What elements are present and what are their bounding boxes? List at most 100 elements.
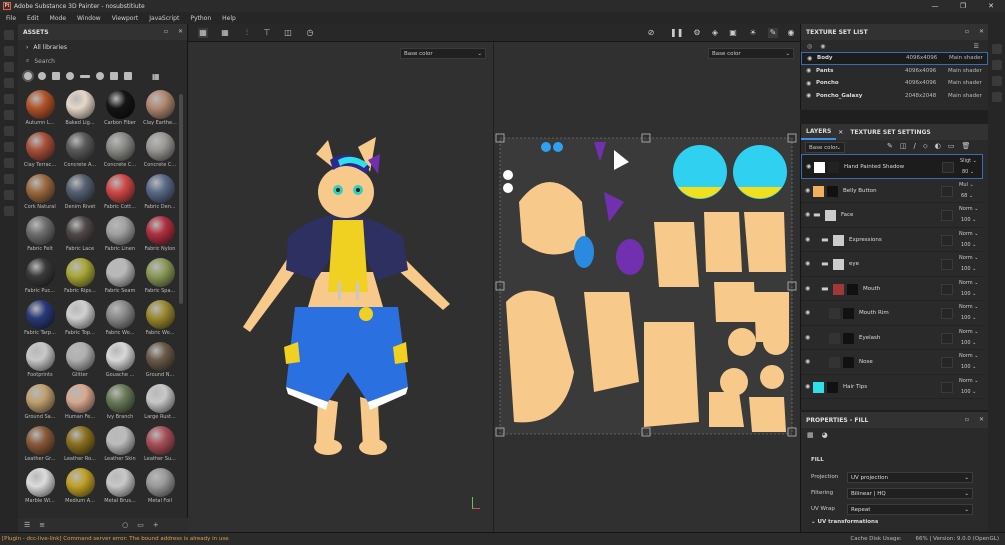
material-thumbnail[interactable]: Concrete C... bbox=[100, 132, 140, 169]
material-thumbnail[interactable]: Metal Brus... bbox=[100, 468, 140, 505]
material-thumbnail[interactable]: Leather Su... bbox=[140, 426, 180, 463]
export-tool-icon[interactable] bbox=[4, 206, 14, 216]
tab-layers-close-icon[interactable]: ✕ bbox=[836, 129, 845, 136]
particles-filter-icon[interactable] bbox=[96, 72, 104, 80]
light-icon[interactable]: ☀ bbox=[748, 28, 758, 38]
projection-select[interactable]: UV projection ⌄ bbox=[847, 472, 973, 483]
camera-icon[interactable]: ▣ bbox=[728, 28, 738, 38]
eye-icon[interactable]: ◉ bbox=[805, 334, 810, 341]
visibility-toggle-icon[interactable]: ◎ bbox=[807, 43, 812, 50]
opacity-field[interactable]: 100 ⌄ bbox=[961, 364, 976, 370]
material-thumbnail[interactable]: Fabric Puc... bbox=[20, 258, 60, 295]
opacity-field[interactable]: 100 ⌄ bbox=[961, 217, 976, 223]
tab-layers[interactable]: LAYERS bbox=[801, 124, 837, 140]
single-view-icon[interactable]: ▦ bbox=[198, 28, 208, 38]
opacity-field[interactable]: 100 ⌄ bbox=[961, 389, 976, 395]
frame-icon[interactable]: ◫ bbox=[283, 28, 293, 38]
close-panel-icon[interactable]: ✕ bbox=[979, 412, 984, 428]
eye-icon[interactable]: ◉ bbox=[805, 260, 810, 267]
add-paint-layer-icon[interactable]: / bbox=[914, 142, 916, 151]
blend-mode-select[interactable]: Norm ⌄ bbox=[959, 206, 978, 212]
refresh-icon[interactable]: ○ bbox=[122, 521, 128, 529]
material-thumbnail[interactable]: Autumn L... bbox=[20, 90, 60, 127]
texture-set-resolution[interactable]: 4096x4096 bbox=[905, 80, 936, 86]
texture-set-list-toggle-icon[interactable] bbox=[992, 44, 1002, 54]
layer-mask-thumbnail[interactable] bbox=[827, 185, 838, 197]
viewport-2d[interactable]: Base color ⌄ bbox=[494, 42, 800, 532]
eye-icon[interactable]: ◉ bbox=[807, 55, 814, 62]
material-thumbnail[interactable]: Fabric Linen bbox=[100, 216, 140, 253]
material-thumbnail[interactable]: Fabric Felt bbox=[20, 216, 60, 253]
add-fill-layer-icon[interactable]: ⬦ bbox=[923, 142, 928, 151]
filtering-select[interactable]: Bilinear | HQ ⌄ bbox=[847, 488, 973, 499]
filter-list-icon[interactable]: ≡ bbox=[39, 521, 45, 529]
material-thumbnail[interactable]: Concrete C... bbox=[140, 132, 180, 169]
brushes-filter-icon[interactable] bbox=[80, 74, 90, 78]
add-effect-icon[interactable]: ✎ bbox=[887, 142, 893, 151]
menu-file[interactable]: File bbox=[6, 15, 16, 22]
smudge-tool-icon[interactable] bbox=[4, 94, 14, 104]
folder-icon[interactable]: ▭ bbox=[137, 521, 144, 529]
opacity-field[interactable]: 100 ⌄ bbox=[961, 291, 976, 297]
material-thumbnail[interactable]: Fabric Top... bbox=[60, 300, 100, 337]
layer-row[interactable]: ◉ Hair Tips Norm ⌄ 100 ⌄ bbox=[801, 375, 983, 399]
material-thumbnail[interactable]: Fabric Nylon bbox=[140, 216, 180, 253]
layer-mask-slot[interactable] bbox=[941, 210, 953, 221]
screenshot-icon[interactable]: ◉ bbox=[786, 28, 796, 38]
layer-row[interactable]: ◉ ▬ Mouth Norm ⌄ 100 ⌄ bbox=[801, 277, 983, 301]
blend-mode-select[interactable]: Norm ⌄ bbox=[959, 378, 978, 384]
layer-mask-slot[interactable] bbox=[941, 308, 953, 319]
texture-set-resolution[interactable]: 2048x2048 bbox=[905, 93, 936, 99]
grid-view-toggle-icon[interactable]: ▦ bbox=[220, 28, 230, 38]
eraser-tool-icon[interactable] bbox=[4, 46, 14, 56]
maximize-button[interactable]: ❐ bbox=[949, 0, 977, 12]
layer-row[interactable]: ◉ ▬ Face Norm ⌄ 100 ⌄ bbox=[801, 203, 983, 228]
material-tab-icon[interactable]: ▦ bbox=[807, 431, 814, 439]
blend-mode-select[interactable]: Norm ⌄ bbox=[959, 231, 978, 237]
material-thumbnail[interactable]: Footprints bbox=[20, 342, 60, 379]
material-thumbnail[interactable]: Gouache ... bbox=[100, 342, 140, 379]
smart-materials-filter-icon[interactable] bbox=[38, 72, 46, 80]
layer-row[interactable]: ◉ ▬ eye Norm ⌄ 100 ⌄ bbox=[801, 252, 983, 277]
eye-icon[interactable]: ◉ bbox=[805, 383, 810, 390]
blend-mode-select[interactable]: Norm ⌄ bbox=[959, 329, 978, 335]
blend-mode-select[interactable]: Norm ⌄ bbox=[959, 255, 978, 261]
eye-icon[interactable]: ◉ bbox=[806, 67, 813, 74]
eye-icon[interactable]: ◉ bbox=[805, 187, 810, 194]
texture-set-row[interactable]: ◉ Body 4096x4096 Main shader bbox=[801, 52, 988, 65]
search-input[interactable]: ⌕ Search bbox=[18, 54, 187, 68]
layer-mask-thumbnail[interactable] bbox=[843, 332, 854, 344]
opacity-field[interactable]: 100 ⌄ bbox=[961, 242, 976, 248]
material-thumbnail[interactable]: Leather Gr... bbox=[20, 426, 60, 463]
layer-mask-slot[interactable] bbox=[941, 283, 953, 295]
material-thumbnail[interactable]: Human Fe... bbox=[60, 384, 100, 421]
material-thumbnail[interactable]: Ground N... bbox=[140, 342, 180, 379]
material-thumbnail[interactable]: Ivy Branch bbox=[100, 384, 140, 421]
material-thumbnail[interactable]: Ground Sa... bbox=[20, 384, 60, 421]
textures-filter-icon[interactable] bbox=[110, 72, 118, 80]
menu-viewport[interactable]: Viewport bbox=[112, 15, 139, 22]
folder-icon[interactable]: ▬ bbox=[821, 259, 832, 270]
blend-mode-select[interactable]: Norm ⌄ bbox=[959, 353, 978, 359]
paint-mode-icon[interactable]: ✎ bbox=[768, 28, 778, 38]
eye-icon[interactable]: ◉ bbox=[805, 211, 810, 218]
layer-row[interactable]: ◉ Nose Norm ⌄ 100 ⌄ bbox=[801, 350, 983, 375]
material-thumbnail[interactable]: Metal Foil bbox=[140, 468, 180, 505]
material-thumbnail[interactable]: Clay Earthe... bbox=[140, 90, 180, 127]
display-settings-icon[interactable]: ⚙ bbox=[692, 28, 702, 38]
history-toggle-icon[interactable] bbox=[992, 76, 1002, 86]
sphere-tab-icon[interactable]: ◕ bbox=[822, 431, 828, 439]
display-settings-toggle-icon[interactable] bbox=[992, 60, 1002, 70]
float-panel-icon[interactable]: ▫ bbox=[965, 24, 969, 40]
generators-filter-icon[interactable] bbox=[66, 72, 74, 80]
texture-set-shader[interactable]: Main shader bbox=[948, 68, 982, 74]
texture-set-shader[interactable]: Main shader bbox=[949, 55, 983, 61]
menu-edit[interactable]: Edit bbox=[27, 15, 39, 22]
menu-window[interactable]: Window bbox=[77, 15, 101, 22]
polygon-fill-tool-icon[interactable] bbox=[4, 142, 14, 152]
minimize-button[interactable]: — bbox=[921, 0, 949, 12]
opacity-field[interactable]: 100 ⌄ bbox=[961, 266, 976, 272]
layer-row[interactable]: ◉ Hand Painted Shadow Sligt ⌄ 80 ⌄ bbox=[801, 154, 983, 179]
delete-layer-icon[interactable]: 🗑 bbox=[962, 142, 971, 151]
eye-icon[interactable]: ◉ bbox=[805, 285, 810, 292]
